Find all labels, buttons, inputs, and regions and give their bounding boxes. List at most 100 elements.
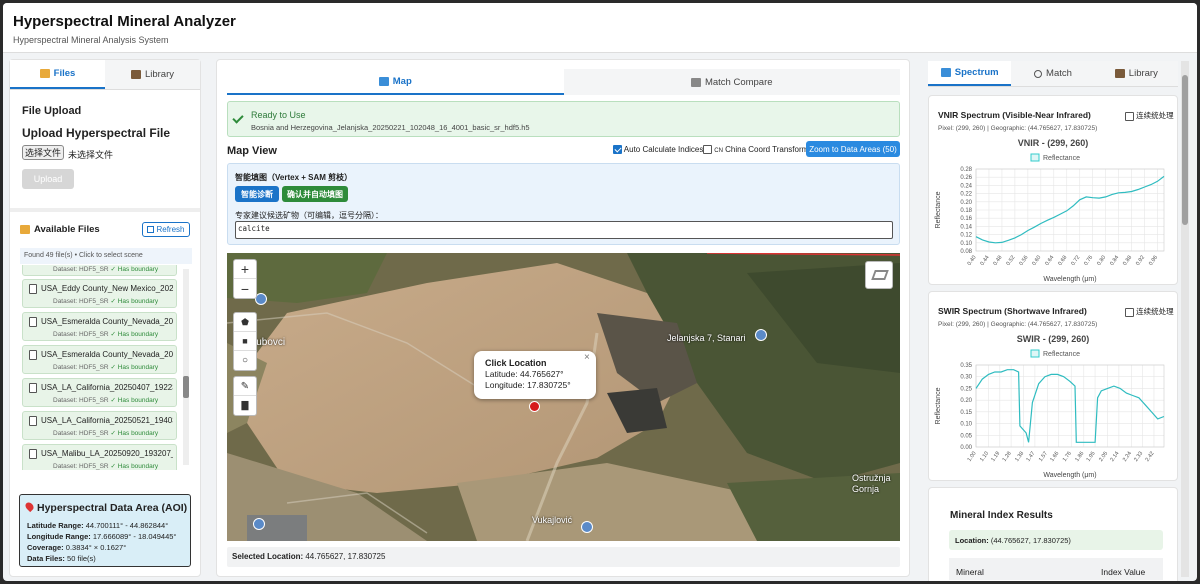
auto-calc-checkbox[interactable] <box>613 145 622 155</box>
vnir-legend-swatch <box>1030 153 1040 162</box>
aoi-title-row: Hyperspectral Data Area (AOI) <box>23 500 187 514</box>
swir-ytick-label: 0.15 <box>960 410 972 416</box>
swir-xtick-label: 2.24 <box>1122 451 1133 463</box>
popup-close-icon[interactable]: × <box>584 352 590 363</box>
upload-button[interactable]: Upload <box>22 169 74 189</box>
aoi-lat: Latitude Range: 44.700111° - 44.862844° <box>27 521 168 530</box>
scrollbar-thumb[interactable] <box>1182 75 1188 225</box>
tab-files[interactable]: Files <box>10 60 105 89</box>
auto-calc-toggle[interactable]: Auto Calculate Indices <box>613 145 704 155</box>
file-icon <box>29 449 37 459</box>
tab-match-compare-label: Match Compare <box>704 76 773 88</box>
china-coord-checkbox[interactable] <box>703 145 712 155</box>
vnir-xtick-label: 0.40 <box>967 255 978 267</box>
swir-title: SWIR Spectrum (Shortwave Infrared) <box>938 306 1087 316</box>
vnir-xtick-label: 0.44 <box>980 255 991 267</box>
tab-spectrum[interactable]: Spectrum <box>928 61 1012 86</box>
vnir-xtick-label: 0.68 <box>1057 255 1068 267</box>
smart-title: 智能填图（Vertex + SAM 剪枝） <box>235 173 353 182</box>
swir-chart-title: SWIR - (299, 260) <box>1017 334 1090 344</box>
layers-button[interactable] <box>865 261 893 289</box>
folder-icon <box>20 225 30 234</box>
tab-right-library[interactable]: Library <box>1094 61 1178 86</box>
found-files-text: Found 49 file(s) • Click to select scene <box>24 252 143 259</box>
check-icon <box>232 112 244 124</box>
tab-match-compare[interactable]: Match Compare <box>563 69 900 95</box>
map-label-vukajlovic: Vukajlović <box>532 515 573 525</box>
vnir-series-line <box>975 175 1165 244</box>
file-list-scrollbar[interactable] <box>183 269 189 465</box>
aoi-lat-label: Latitude Range: <box>27 521 84 530</box>
status-box: Ready to Use Bosnia and Herzegovina_Jela… <box>227 101 900 137</box>
confirm-auto-map-button[interactable]: 确认并自动填图 <box>282 186 348 202</box>
draw-rectangle-icon[interactable]: ■ <box>234 332 256 351</box>
list-item[interactable]: USA_Malibu_LA_20250920_193207_... Dataset… <box>22 444 177 470</box>
draw-polygon-icon[interactable]: ⬟ <box>234 313 256 332</box>
swir-cont-toggle[interactable]: 连续统处理 <box>1125 306 1174 317</box>
list-item[interactable]: USA_LA_California_20250521_19403... Datas… <box>22 411 177 440</box>
swir-plot-border <box>975 364 1165 448</box>
satellite-map[interactable]: Jelanjska 7, Stanari Ostružnja Gornja Vu… <box>227 253 900 541</box>
draw-circle-icon[interactable]: ○ <box>234 351 256 370</box>
zoom-out-button[interactable]: − <box>234 279 256 298</box>
mineral-title: Mineral Index Results <box>950 510 1053 521</box>
found-files-bar: Found 49 file(s) • Click to select scene <box>20 248 192 264</box>
map-label-ostruznja: Ostružnja Gornja <box>852 473 891 494</box>
vnir-cont-label: 连续统处理 <box>1136 111 1174 120</box>
selected-location-value: 44.765627, 17.830725 <box>305 552 386 561</box>
swir-series-line <box>975 369 1165 443</box>
aoi-box: Hyperspectral Data Area (AOI) Latitude R… <box>19 494 191 567</box>
vnir-xtick-label: 0.52 <box>1005 255 1016 267</box>
aoi-files: Data Files: 50 file(s) <box>27 554 96 563</box>
list-item[interactable]: USA_LA_California_20250407_19223... Datas… <box>22 378 177 407</box>
aoi-files-label: Data Files: <box>27 554 65 563</box>
map-view-title: Map View <box>227 145 277 157</box>
swir-xtick-label: 1.28 <box>1002 451 1013 463</box>
file-name: USA_LA_California_20250521_19403... <box>41 416 173 425</box>
list-item[interactable]: USA_Esmeralda County_Nevada_202... Datase… <box>22 312 177 341</box>
china-coord-label: China Coord Transform <box>725 145 809 154</box>
right-scrollbar[interactable] <box>1181 61 1189 577</box>
file-boundary: ✓ Has boundary <box>110 266 159 273</box>
list-item[interactable]: Dataset: HDF5_SR ✓ Has boundary <box>22 265 177 276</box>
swir-cont-checkbox[interactable] <box>1125 307 1134 317</box>
swir-legend-label: Reflectance <box>1043 351 1080 358</box>
trash-icon[interactable]: ▇ <box>234 396 256 415</box>
file-dataset: Dataset: HDF5_SR <box>53 397 109 404</box>
scrollbar-thumb[interactable] <box>183 376 189 398</box>
refresh-button[interactable]: Refresh <box>142 222 190 237</box>
china-coord-toggle[interactable]: CN China Coord Transform <box>703 145 809 155</box>
tab-map[interactable]: Map <box>227 69 564 95</box>
list-item[interactable]: USA_Esmeralda County_Nevada_202... Datase… <box>22 345 177 374</box>
candidate-input[interactable]: calcite <box>235 221 893 239</box>
map-label-jelanjska: Jelanjska 7, Stanari <box>667 333 746 343</box>
tab-match[interactable]: Match <box>1011 61 1095 86</box>
list-item[interactable]: USA_Eddy County_New Mexico_202... Dataset… <box>22 279 177 308</box>
file-name: USA_LA_California_20250407_19223... <box>41 383 173 392</box>
edit-icon[interactable]: ✎ <box>234 377 256 396</box>
zoom-to-data-button[interactable]: Zoom to Data Areas (50) <box>806 141 900 157</box>
vnir-cont-checkbox[interactable] <box>1125 111 1134 121</box>
available-files-title: Available Files <box>34 224 100 235</box>
zoom-in-button[interactable]: + <box>234 260 256 279</box>
location-marker[interactable] <box>529 401 540 412</box>
app-subtitle: Hyperspectral Mineral Analysis System <box>13 35 169 45</box>
upload-title: Upload Hyperspectral File <box>22 126 171 140</box>
popup-lon: Longitude: 17.830725° <box>485 380 571 390</box>
poi-marker-icon <box>253 518 265 530</box>
aoi-lon-label: Longitude Range: <box>27 532 91 541</box>
choose-file-button[interactable]: 选择文件 <box>22 145 64 160</box>
file-dataset: Dataset: HDF5_SR <box>53 463 109 470</box>
diagnose-button[interactable]: 智能诊断 <box>235 186 279 202</box>
swir-ytick-label: 0.35 <box>960 363 972 369</box>
refresh-icon <box>147 226 155 233</box>
vnir-cont-toggle[interactable]: 连续统处理 <box>1125 110 1174 121</box>
swir-ytick-label: 0.20 <box>960 398 972 404</box>
vnir-ytick-label: 0.18 <box>960 208 972 214</box>
aoi-coverage: Coverage: 0.3834° × 0.1627° <box>27 543 126 552</box>
auto-calc-label: Auto Calculate Indices <box>623 145 704 154</box>
file-boundary: ✓ Has boundary <box>110 463 159 470</box>
center-tabs: Map Match Compare <box>227 69 900 95</box>
vnir-xtick-label: 0.80 <box>1096 255 1107 267</box>
tab-library[interactable]: Library <box>105 60 200 89</box>
